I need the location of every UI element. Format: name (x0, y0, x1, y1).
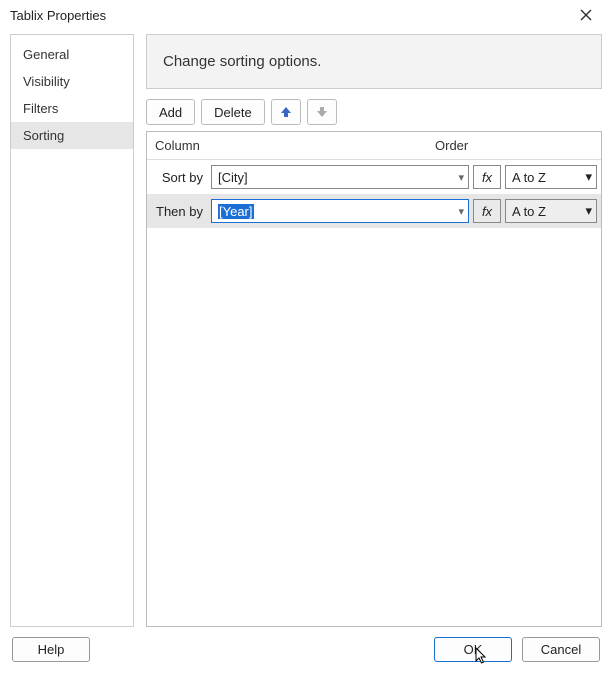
dialog-title: Tablix Properties (10, 8, 568, 23)
sort-grid: Column Order Sort by [City] ▾ fx A to Z … (146, 131, 602, 627)
sidebar-item-sorting[interactable]: Sorting (11, 122, 133, 149)
tablix-properties-dialog: Tablix Properties General Visibility Fil… (0, 0, 612, 676)
ok-label: OK (464, 642, 483, 657)
expression-button[interactable]: fx (473, 165, 501, 189)
close-button[interactable] (568, 1, 604, 29)
sidebar-item-visibility[interactable]: Visibility (11, 68, 133, 95)
order-combo[interactable]: A to Z ▾ (505, 199, 597, 223)
dialog-footer: Help OK Cancel (0, 627, 612, 676)
column-combo[interactable]: [Year] ▾ (211, 199, 469, 223)
titlebar: Tablix Properties (0, 0, 612, 30)
cancel-button[interactable]: Cancel (522, 637, 600, 662)
move-down-button[interactable] (307, 99, 337, 125)
chevron-down-icon: ▾ (458, 171, 464, 184)
panel-heading: Change sorting options. (146, 34, 602, 89)
help-button[interactable]: Help (12, 637, 90, 662)
column-value: [City] (218, 170, 458, 185)
arrow-up-icon (280, 106, 292, 118)
grid-header: Column Order (147, 132, 601, 160)
ok-button[interactable]: OK (434, 637, 512, 662)
close-icon (580, 9, 592, 21)
move-up-button[interactable] (271, 99, 301, 125)
add-button[interactable]: Add (146, 99, 195, 125)
dialog-body: General Visibility Filters Sorting Chang… (0, 30, 612, 627)
order-value: A to Z (512, 170, 585, 185)
expression-button[interactable]: fx (473, 199, 501, 223)
main-panel: Change sorting options. Add Delete C (146, 34, 602, 627)
column-value: [Year] (218, 204, 458, 219)
order-combo[interactable]: A to Z ▾ (505, 165, 597, 189)
fx-icon: fx (482, 170, 492, 185)
sidebar: General Visibility Filters Sorting (10, 34, 134, 627)
chevron-down-icon: ▾ (585, 169, 592, 185)
arrow-down-icon (316, 106, 328, 118)
chevron-down-icon: ▾ (458, 205, 464, 218)
row-label: Then by (151, 204, 207, 219)
column-header-order: Order (427, 132, 601, 159)
chevron-down-icon: ▾ (585, 203, 592, 219)
sort-row[interactable]: Then by [Year] ▾ fx A to Z ▾ (147, 194, 601, 228)
sidebar-item-filters[interactable]: Filters (11, 95, 133, 122)
row-label: Sort by (151, 170, 207, 185)
sidebar-item-general[interactable]: General (11, 41, 133, 68)
fx-icon: fx (482, 204, 492, 219)
sort-toolbar: Add Delete (146, 99, 602, 125)
order-value: A to Z (512, 204, 585, 219)
delete-button[interactable]: Delete (201, 99, 265, 125)
sort-row[interactable]: Sort by [City] ▾ fx A to Z ▾ (147, 160, 601, 194)
column-combo[interactable]: [City] ▾ (211, 165, 469, 189)
column-header-column: Column (147, 132, 427, 159)
